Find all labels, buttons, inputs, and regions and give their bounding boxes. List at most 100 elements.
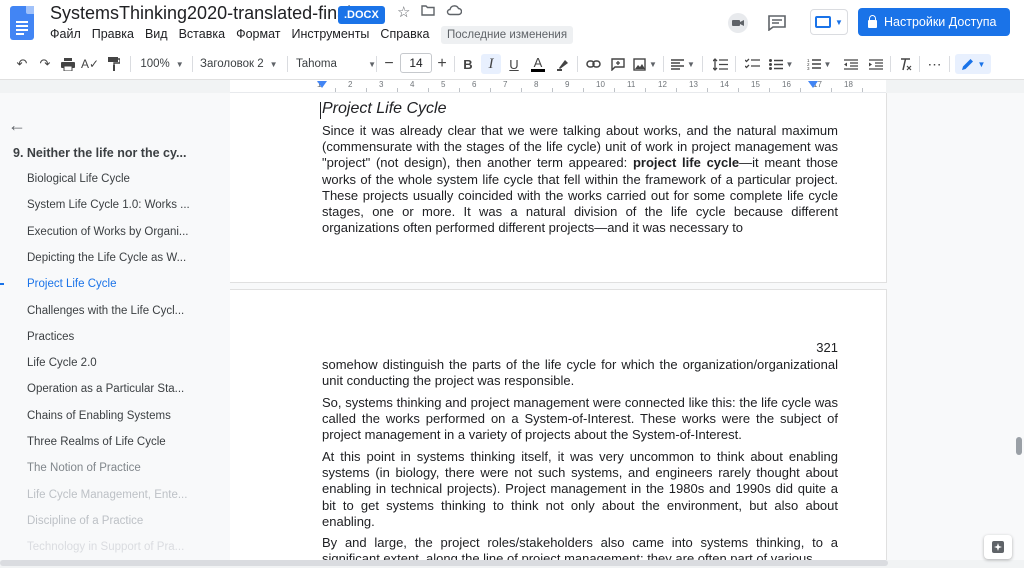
- outline-item[interactable]: System Life Cycle 1.0: Works ...: [27, 199, 197, 211]
- outline-item[interactable]: Life Cycle Management, Ente...: [27, 489, 197, 501]
- cloud-status-icon[interactable]: [446, 3, 463, 20]
- document-page[interactable]: 321 somehow distinguish the parts of the…: [230, 290, 886, 568]
- undo-icon[interactable]: ↶: [12, 54, 32, 74]
- ruler-tick-mark: [552, 88, 553, 92]
- paint-format-icon[interactable]: [104, 54, 124, 74]
- outline-item[interactable]: The Notion of Practice: [27, 462, 197, 474]
- document-page[interactable]: Project Life Cycle Since it was already …: [230, 93, 886, 282]
- ruler-tick-label: 10: [596, 80, 605, 89]
- left-indent-marker[interactable]: [317, 81, 327, 88]
- insert-link-icon[interactable]: [583, 54, 603, 74]
- bold-icon[interactable]: B: [459, 54, 477, 74]
- ruler-tick-mark: [583, 88, 584, 92]
- outline-item[interactable]: Challenges with the Life Cycl...: [27, 305, 197, 317]
- document-title[interactable]: SystemsThinking2020-translated-final en: [50, 3, 376, 24]
- horizontal-ruler[interactable]: 1 2 3 4 5 6 7 8 9 10 11 12 13 14 15 16 17 18: [230, 80, 886, 93]
- clear-formatting-icon[interactable]: [895, 54, 915, 74]
- outline-item[interactable]: Operation as a Particular Sta...: [27, 383, 197, 395]
- highlight-icon[interactable]: [553, 54, 573, 74]
- outline-item[interactable]: Practices: [27, 331, 197, 343]
- paragraph-2[interactable]: somehow distinguish the parts of the lif…: [322, 357, 838, 389]
- section-heading[interactable]: Project Life Cycle: [320, 100, 447, 119]
- outline-item[interactable]: Biological Life Cycle: [27, 173, 197, 185]
- print-icon[interactable]: [58, 54, 78, 74]
- move-folder-icon[interactable]: [421, 3, 435, 20]
- ruler-tick-label: 8: [534, 80, 539, 89]
- italic-icon[interactable]: I: [481, 54, 501, 74]
- meet-icon[interactable]: [723, 8, 753, 38]
- ruler-tick-mark: [831, 88, 832, 92]
- font-value: Tahoma: [296, 58, 337, 70]
- outline-item[interactable]: Life Cycle 2.0: [27, 357, 197, 369]
- chevron-down-icon: ▼: [977, 59, 986, 69]
- docs-logo-icon[interactable]: [10, 6, 34, 40]
- outline-item[interactable]: Project Life Cycle: [27, 278, 197, 290]
- editing-mode-button[interactable]: ▼: [955, 54, 991, 74]
- chevron-down-icon: ▼: [368, 59, 376, 69]
- vertical-scrollbar-thumb[interactable]: [1016, 437, 1022, 455]
- paragraph-style-select[interactable]: Заголовок 2 ▼: [200, 54, 280, 74]
- menu-edit[interactable]: Правка: [92, 27, 134, 45]
- star-icon[interactable]: ☆: [397, 3, 410, 21]
- add-comment-icon[interactable]: [608, 54, 628, 74]
- paragraph-3[interactable]: So, systems thinking and project managem…: [322, 395, 838, 444]
- menu-file[interactable]: Файл: [50, 27, 81, 45]
- font-size-input[interactable]: 14: [400, 53, 432, 73]
- ruler-tick-label: 16: [782, 80, 791, 89]
- outline-item[interactable]: Depicting the Life Cycle as W...: [27, 252, 197, 264]
- menu-bar: Файл Правка Вид Вставка Формат Инструмен…: [50, 27, 440, 45]
- menu-format[interactable]: Формат: [236, 27, 280, 45]
- zoom-value: 100%: [140, 58, 170, 70]
- zoom-select[interactable]: 100% ▼: [138, 54, 186, 74]
- present-button[interactable]: ▼: [810, 9, 848, 35]
- ruler-tick-mark: [614, 88, 615, 92]
- pencil-icon: [961, 58, 973, 70]
- paragraph-4[interactable]: At this point in systems thinking itself…: [322, 449, 838, 530]
- decrease-indent-icon[interactable]: [840, 54, 862, 74]
- menu-tools[interactable]: Инструменты: [291, 27, 369, 45]
- document-canvas[interactable]: Project Life Cycle Since it was already …: [230, 93, 1024, 568]
- menu-help[interactable]: Справка: [380, 27, 429, 45]
- line-spacing-icon[interactable]: [709, 54, 731, 74]
- menu-insert[interactable]: Вставка: [179, 27, 225, 45]
- outline-item[interactable]: Discipline of a Practice: [27, 515, 197, 527]
- outline-item[interactable]: Three Realms of Life Cycle: [27, 436, 197, 448]
- align-left-icon[interactable]: ▼: [670, 54, 696, 74]
- ruler-tick-label: 14: [720, 80, 729, 89]
- checklist-icon[interactable]: [741, 54, 763, 74]
- horizontal-scrollbar-thumb[interactable]: [0, 560, 888, 566]
- outline-item[interactable]: Chains of Enabling Systems: [27, 410, 197, 422]
- decrease-font-size-button[interactable]: −: [381, 54, 397, 74]
- ruler-tick-mark: [521, 88, 522, 92]
- share-button[interactable]: Настройки Доступа: [858, 8, 1010, 36]
- outline-item[interactable]: Execution of Works by Organi...: [27, 226, 197, 238]
- spellcheck-icon[interactable]: A✓: [80, 54, 100, 74]
- back-arrow-icon[interactable]: ←: [8, 115, 26, 136]
- ruler-tick-mark: [490, 88, 491, 92]
- numbered-list-icon[interactable]: 1 2 3 ▼: [805, 54, 833, 74]
- comments-icon[interactable]: [762, 8, 792, 38]
- right-indent-marker[interactable]: [808, 81, 818, 88]
- outline-heading[interactable]: 9. Neither the life nor the cy...: [13, 146, 203, 160]
- underline-icon[interactable]: U: [505, 54, 523, 74]
- more-options-icon[interactable]: ⋯: [925, 54, 945, 74]
- ruler-tick-label: 9: [565, 80, 570, 89]
- ruler-tick-label: 3: [379, 80, 384, 89]
- redo-icon[interactable]: ↷: [35, 54, 55, 74]
- bulleted-list-icon[interactable]: ▼: [767, 54, 795, 74]
- ruler-tick-mark: [645, 88, 646, 92]
- explore-icon[interactable]: [984, 535, 1012, 559]
- file-type-badge: .DOCX: [338, 6, 385, 24]
- insert-image-icon[interactable]: ▼: [632, 54, 658, 74]
- paragraph-1[interactable]: Since it was already clear that we were …: [322, 123, 838, 236]
- ruler-tick-label: 11: [627, 80, 636, 89]
- text-color-icon[interactable]: A: [528, 54, 548, 74]
- ruler-tick-mark: [769, 88, 770, 92]
- outline-item[interactable]: Technology in Support of Pra...: [27, 541, 197, 553]
- menu-view[interactable]: Вид: [145, 27, 168, 45]
- increase-indent-icon[interactable]: [865, 54, 887, 74]
- active-indicator: [0, 283, 4, 285]
- last-edit-link[interactable]: Последние изменения: [441, 26, 574, 44]
- increase-font-size-button[interactable]: +: [434, 54, 450, 74]
- font-select[interactable]: Tahoma ▼: [296, 54, 376, 74]
